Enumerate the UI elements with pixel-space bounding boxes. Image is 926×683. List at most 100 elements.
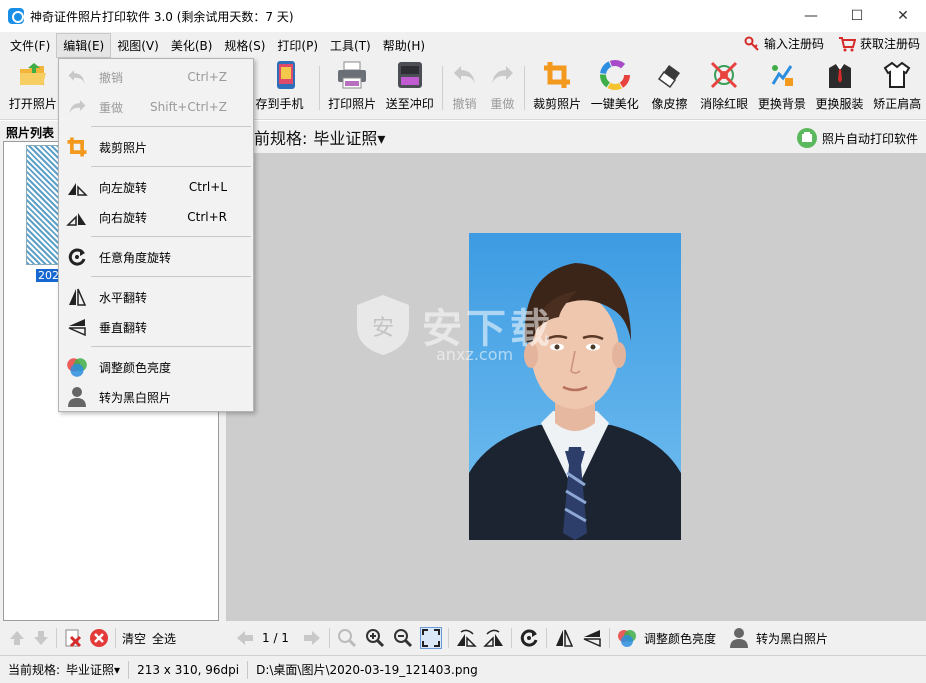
menu-adjust-color-label: 调整颜色亮度: [99, 360, 172, 375]
menu-crop-label: 裁剪照片: [99, 140, 148, 155]
select-all-button[interactable]: 全选: [152, 630, 176, 647]
menu-beautify[interactable]: 美化(B): [165, 34, 219, 57]
menu-view[interactable]: 视图(V): [111, 34, 165, 57]
color-adjust-icon[interactable]: [616, 627, 638, 649]
menu-separator: [91, 276, 251, 277]
color-adjust-icon: [65, 355, 89, 379]
menu-separator: [91, 126, 251, 127]
menu-help[interactable]: 帮助(H): [377, 34, 431, 57]
maximize-button[interactable]: ☐: [834, 0, 880, 32]
undo-label: 撤销: [452, 97, 477, 111]
photo-canvas[interactable]: 安 安下载 anxz.com: [226, 153, 926, 621]
zoom-in-icon[interactable]: [364, 627, 386, 649]
to-bw-button[interactable]: 转为黑白照片: [756, 630, 828, 647]
send-to-print-button[interactable]: 送至冲印: [381, 58, 439, 118]
get-code-label: 获取注册码: [859, 37, 920, 51]
menu-rotate-right-label: 向右旋转: [99, 210, 148, 225]
delete-file-icon[interactable]: [63, 628, 83, 648]
menu-spec[interactable]: 规格(S): [218, 34, 271, 57]
status-bar: 当前规格: 毕业证照▾ 213 x 310, 96dpi D:\桌面\图片\20…: [0, 655, 926, 683]
menu-redo-label: 重做: [99, 100, 124, 115]
flip-horizontal-icon[interactable]: [553, 627, 575, 649]
spec-dropdown[interactable]: 毕业证照▾: [313, 125, 385, 149]
menu-print[interactable]: 打印(P): [271, 34, 324, 57]
zoom-out-icon[interactable]: [392, 627, 414, 649]
undo-button[interactable]: 撤销: [446, 58, 484, 118]
close-button[interactable]: ✕: [880, 0, 926, 32]
status-size: 213 x 310, 96dpi: [129, 660, 249, 679]
window-title: 神奇证件照片打印软件 3.0 (剩余试用天数：7 天): [30, 9, 294, 24]
menu-flip-vertical-label: 垂直翻转: [99, 320, 148, 335]
get-code-button[interactable]: 获取注册码: [838, 35, 920, 52]
menu-redo[interactable]: 重做 Shift+Ctrl+Z: [59, 93, 253, 121]
correct-shoulder-button[interactable]: 矫正肩高: [868, 58, 926, 118]
menu-flip-vertical[interactable]: 垂直翻转: [59, 313, 253, 341]
remove-icon[interactable]: [89, 628, 109, 648]
save-to-phone-button[interactable]: 存到手机: [255, 58, 317, 118]
next-page-icon[interactable]: [301, 627, 323, 649]
printer-icon: [336, 59, 368, 91]
spec-bar: 前规格: 毕业证照▾ 照片自动打印软件: [226, 121, 926, 153]
toolbar-separator: [608, 628, 610, 648]
fit-screen-icon[interactable]: [419, 627, 442, 649]
menu-rotate-any[interactable]: 任意角度旋转: [59, 243, 253, 271]
zoom-icon[interactable]: [336, 627, 358, 649]
id-photo[interactable]: [469, 233, 681, 540]
menu-to-bw[interactable]: 转为黑白照片: [59, 383, 253, 411]
rotate-any-icon[interactable]: [518, 627, 540, 649]
person-icon: [65, 385, 89, 409]
menu-crop[interactable]: 裁剪照片: [59, 133, 253, 161]
menu-bar: 文件(F) 编辑(E) 视图(V) 美化(B) 规格(S) 打印(P) 工具(T…: [0, 32, 926, 58]
menu-adjust-color[interactable]: 调整颜色亮度: [59, 353, 253, 381]
change-background-button[interactable]: 更换背景: [753, 58, 811, 118]
edit-menu-dropdown: 撤销 Ctrl+Z 重做 Shift+Ctrl+Z 裁剪照片 向左旋转 Ctrl…: [58, 58, 254, 412]
auto-print-label: 照片自动打印软件: [821, 131, 918, 146]
one-click-beautify-button[interactable]: 一键美化: [586, 58, 644, 118]
clear-button[interactable]: 清空: [122, 630, 146, 647]
redo-icon: [486, 59, 518, 91]
crop-photo-button[interactable]: 裁剪照片: [528, 58, 586, 118]
move-down-icon[interactable]: [32, 629, 50, 647]
menu-file[interactable]: 文件(F): [4, 34, 56, 57]
photo-printer-icon: [394, 59, 426, 91]
remove-red-eye-label: 消除红眼: [700, 97, 749, 111]
register-links: 输入注册码 获取注册码: [744, 35, 920, 52]
rotate-right-icon[interactable]: [483, 627, 505, 649]
menu-undo-label: 撤销: [99, 70, 124, 85]
flip-vertical-icon: [65, 315, 89, 339]
page-indicator: 1 / 1: [262, 631, 289, 645]
change-clothes-button[interactable]: 更换服装: [811, 58, 869, 118]
crop-icon: [65, 135, 89, 159]
auto-print-link[interactable]: 照片自动打印软件: [796, 127, 918, 149]
menu-undo-shortcut: Ctrl+Z: [187, 70, 227, 84]
undo-icon: [65, 65, 89, 89]
rotate-left-icon: [65, 175, 89, 199]
eraser-button[interactable]: 像皮擦: [644, 58, 696, 118]
redo-button[interactable]: 重做: [483, 58, 521, 118]
menu-flip-horizontal-label: 水平翻转: [99, 290, 148, 305]
adjust-color-button[interactable]: 调整颜色亮度: [644, 630, 716, 647]
save-to-phone-label: 存到手机: [255, 97, 304, 111]
prev-page-icon[interactable]: [234, 627, 256, 649]
menu-edit[interactable]: 编辑(E): [56, 32, 112, 58]
menu-undo[interactable]: 撤销 Ctrl+Z: [59, 63, 253, 91]
menu-rotate-left[interactable]: 向左旋转 Ctrl+L: [59, 173, 253, 201]
minimize-button[interactable]: —: [788, 0, 834, 32]
portrait-image: [469, 233, 681, 540]
toolbar-separator: [441, 66, 443, 110]
eraser-icon: [653, 59, 685, 91]
status-spec-dropdown[interactable]: 毕业证照▾: [66, 661, 120, 678]
person-icon[interactable]: [728, 627, 750, 649]
red-eye-icon: [708, 59, 740, 91]
menu-separator: [91, 166, 251, 167]
register-button[interactable]: 输入注册码: [744, 35, 824, 52]
flip-vertical-icon[interactable]: [581, 627, 603, 649]
menu-rotate-right[interactable]: 向右旋转 Ctrl+R: [59, 203, 253, 231]
move-up-icon[interactable]: [8, 629, 26, 647]
print-photo-button[interactable]: 打印照片: [323, 58, 381, 118]
rotate-left-icon[interactable]: [455, 627, 477, 649]
remove-red-eye-button[interactable]: 消除红眼: [695, 58, 753, 118]
menu-flip-horizontal[interactable]: 水平翻转: [59, 283, 253, 311]
menu-tools[interactable]: 工具(T): [324, 34, 377, 57]
open-photo-button[interactable]: 打开照片: [4, 58, 62, 118]
